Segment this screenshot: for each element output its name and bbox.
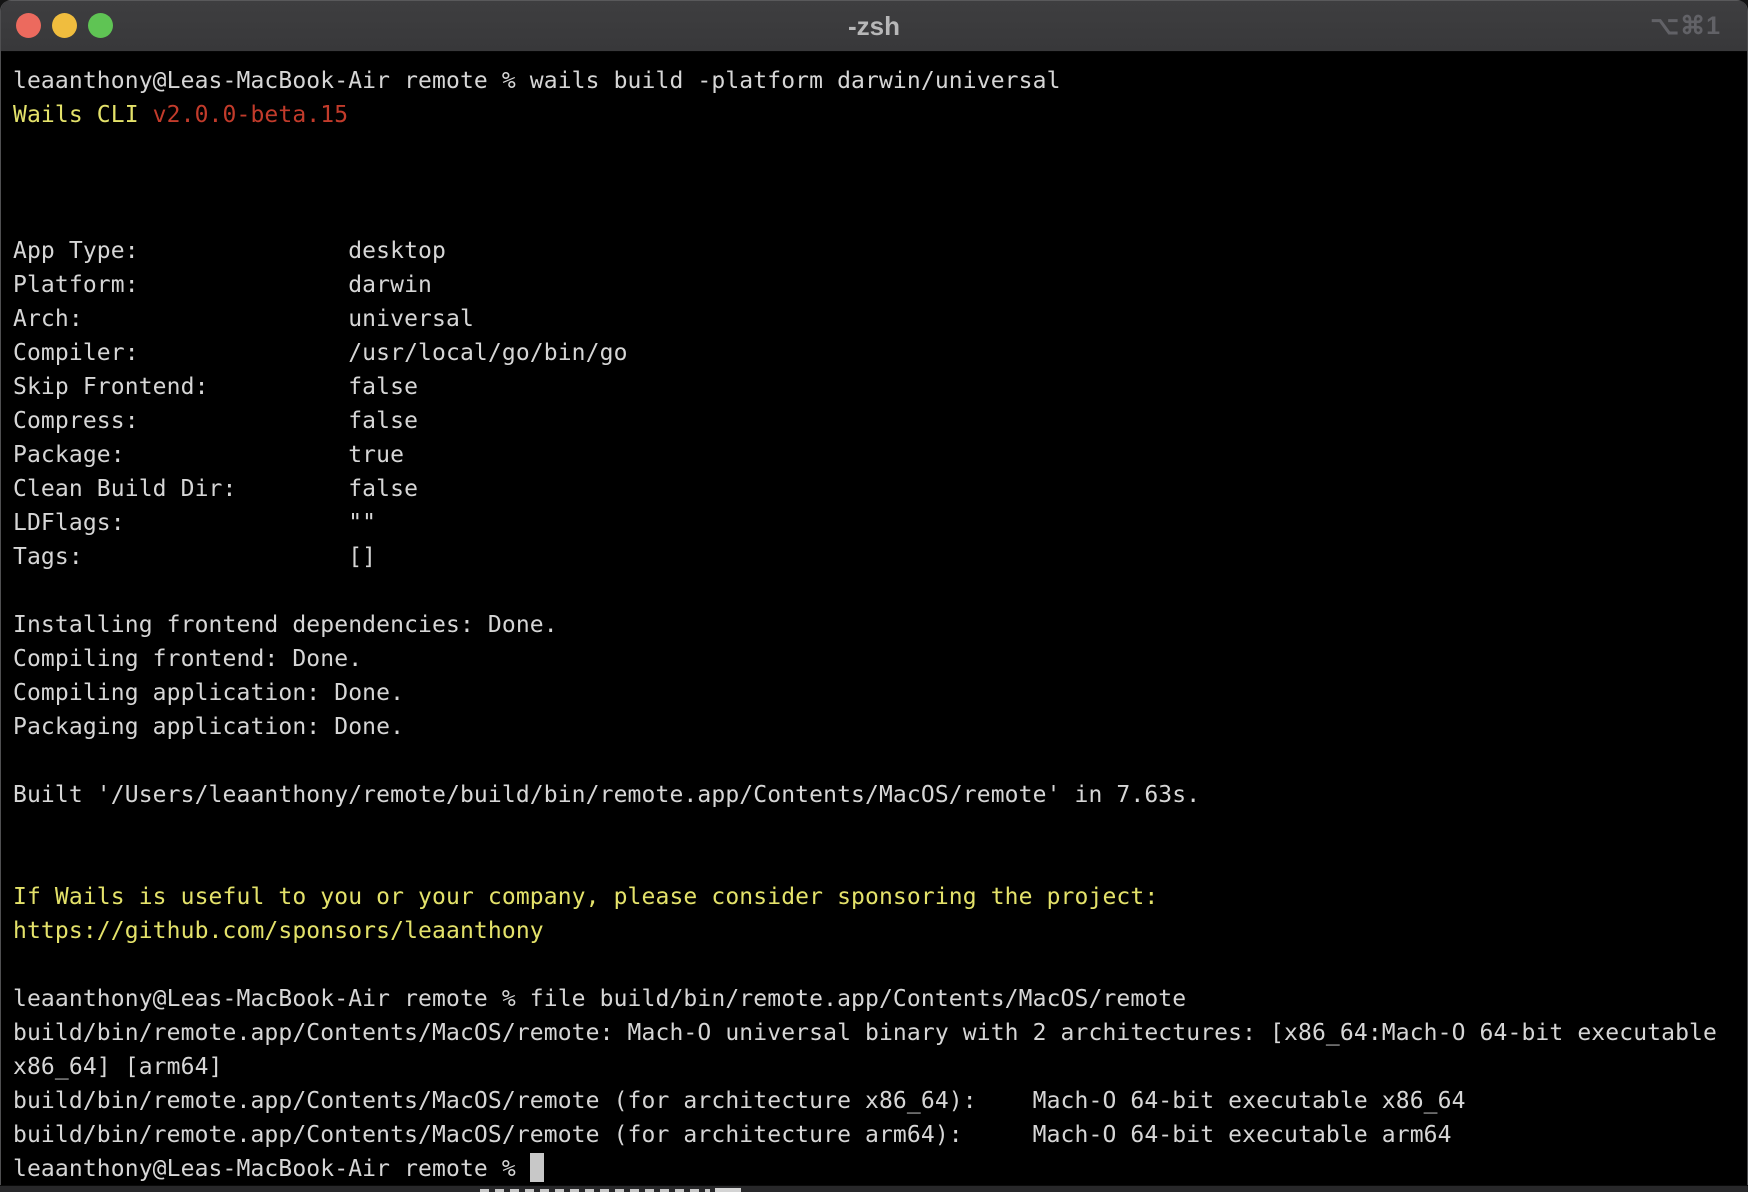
terminal-line: Tags: [] (13, 540, 1747, 574)
terminal-line: Package: true (13, 438, 1747, 472)
terminal-line (13, 166, 1747, 200)
background-strip (0, 1185, 1748, 1192)
terminal-text-segment: https://github.com/sponsors/leaanthony (13, 918, 544, 944)
terminal-line: Wails CLI v2.0.0-beta.15 (13, 98, 1747, 132)
terminal-text-segment: Platform: darwin (13, 272, 432, 298)
terminal-text-segment: Arch: universal (13, 306, 474, 332)
terminal-line: App Type: desktop (13, 234, 1747, 268)
terminal-line (13, 574, 1747, 608)
terminal-line: Compress: false (13, 404, 1747, 438)
terminal-text-segment: If Wails is useful to you or your compan… (13, 884, 1158, 910)
terminal-line: If Wails is useful to you or your compan… (13, 880, 1747, 914)
terminal-text-segment: Installing frontend dependencies: Done. (13, 612, 558, 638)
terminal-line: LDFlags: "" (13, 506, 1747, 540)
terminal-text-segment: leaanthony@Leas-MacBook-Air remote % fil… (13, 986, 1186, 1012)
terminal-text-segment: leaanthony@Leas-MacBook-Air remote % wai… (13, 68, 1061, 94)
terminal-screen[interactable]: leaanthony@Leas-MacBook-Air remote % wai… (1, 52, 1747, 1186)
terminal-text-segment: Compiler: /usr/local/go/bin/go (13, 340, 628, 366)
terminal-text-segment: x86_64] [arm64] (13, 1054, 223, 1080)
minimize-button[interactable] (52, 13, 77, 38)
terminal-text-segment: leaanthony@Leas-MacBook-Air remote % (13, 1156, 530, 1182)
terminal-line (13, 948, 1747, 982)
terminal-line: Installing frontend dependencies: Done. (13, 608, 1747, 642)
terminal-text-segment: Tags: [] (13, 544, 376, 570)
terminal-line: build/bin/remote.app/Contents/MacOS/remo… (13, 1016, 1747, 1050)
terminal-line: Platform: darwin (13, 268, 1747, 302)
terminal-line: Arch: universal (13, 302, 1747, 336)
terminal-text-segment: Package: true (13, 442, 404, 468)
zoom-button[interactable] (88, 13, 113, 38)
terminal-line: Compiling frontend: Done. (13, 642, 1747, 676)
window-title: -zsh (1, 0, 1747, 52)
terminal-line: build/bin/remote.app/Contents/MacOS/remo… (13, 1084, 1747, 1118)
terminal-line: Compiling application: Done. (13, 676, 1747, 710)
terminal-line: leaanthony@Leas-MacBook-Air remote % wai… (13, 64, 1747, 98)
terminal-line: leaanthony@Leas-MacBook-Air remote % (13, 1152, 1747, 1186)
terminal-text-segment: App Type: desktop (13, 238, 446, 264)
terminal-text-segment: Compiling frontend: Done. (13, 646, 362, 672)
terminal-line (13, 744, 1747, 778)
terminal-text-segment: build/bin/remote.app/Contents/MacOS/remo… (13, 1088, 1466, 1114)
terminal-text-segment: v2.0.0-beta.15 (153, 102, 349, 128)
terminal-line: Compiler: /usr/local/go/bin/go (13, 336, 1747, 370)
block-cursor (530, 1153, 544, 1182)
terminal-line: Clean Build Dir: false (13, 472, 1747, 506)
terminal-line: https://github.com/sponsors/leaanthony (13, 914, 1747, 948)
terminal-line (13, 812, 1747, 846)
terminal-line: Packaging application: Done. (13, 710, 1747, 744)
terminal-text-segment: Wails CLI (13, 102, 153, 128)
terminal-line (13, 200, 1747, 234)
terminal-text-segment: Compress: false (13, 408, 418, 434)
clipped-cursor-artifact (715, 1188, 741, 1192)
terminal-line (13, 132, 1747, 166)
close-button[interactable] (16, 13, 41, 38)
terminal-line: x86_64] [arm64] (13, 1050, 1747, 1084)
terminal-text-segment: Compiling application: Done. (13, 680, 404, 706)
terminal-line: Built '/Users/leaanthony/remote/build/bi… (13, 778, 1747, 812)
terminal-text-segment: Skip Frontend: false (13, 374, 418, 400)
terminal-text-segment: Packaging application: Done. (13, 714, 404, 740)
terminal-line: build/bin/remote.app/Contents/MacOS/remo… (13, 1118, 1747, 1152)
tab-shortcut-hint: ⌥⌘1 (1650, 0, 1721, 52)
terminal-line: leaanthony@Leas-MacBook-Air remote % fil… (13, 982, 1747, 1016)
terminal-text-segment: Built '/Users/leaanthony/remote/build/bi… (13, 782, 1200, 808)
title-bar[interactable]: -zsh ⌥⌘1 (1, 0, 1747, 52)
terminal-text-segment: LDFlags: "" (13, 510, 376, 536)
terminal-window: -zsh ⌥⌘1 leaanthony@Leas-MacBook-Air rem… (0, 0, 1748, 1186)
terminal-line (13, 846, 1747, 880)
terminal-text-segment: build/bin/remote.app/Contents/MacOS/remo… (13, 1122, 1452, 1148)
traffic-lights (16, 13, 113, 38)
terminal-text-segment: Clean Build Dir: false (13, 476, 418, 502)
terminal-text-segment: build/bin/remote.app/Contents/MacOS/remo… (13, 1020, 1717, 1046)
terminal-line: Skip Frontend: false (13, 370, 1747, 404)
